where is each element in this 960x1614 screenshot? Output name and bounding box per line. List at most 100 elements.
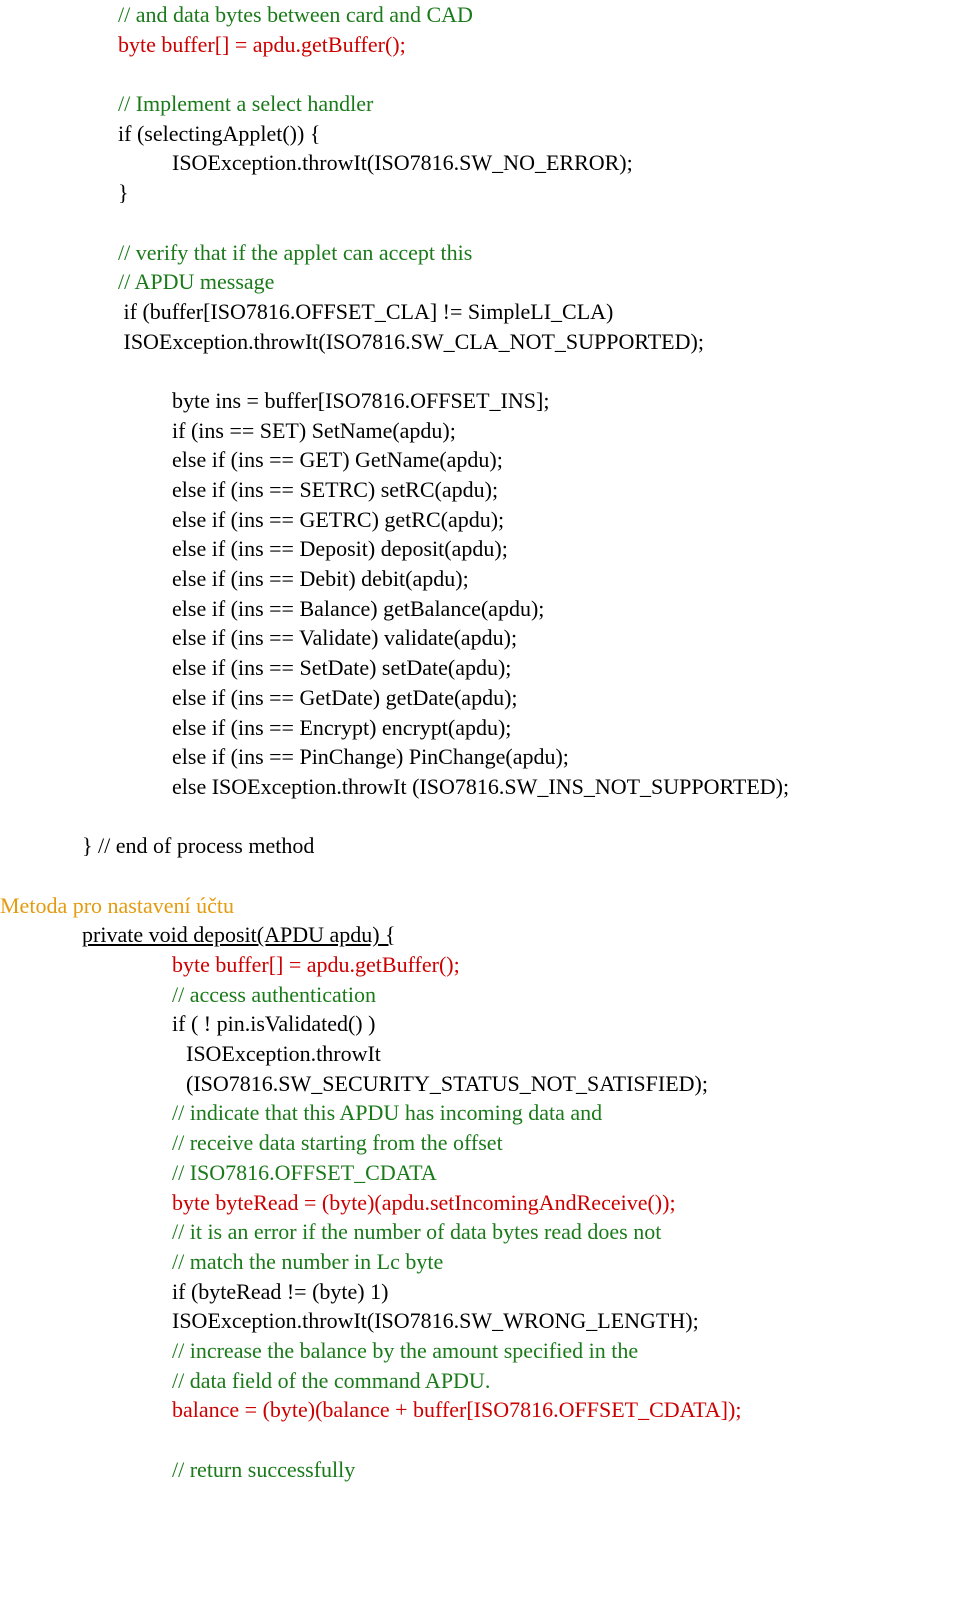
code-token: // and data bytes between card and CAD (118, 2, 473, 27)
code-token: else if (ins == Balance) getBalance(apdu… (172, 596, 544, 621)
code-line: if (ins == SET) SetName(apdu); (172, 416, 960, 446)
code-token: // return successfully (172, 1457, 355, 1482)
code-token: if (byteRead != (byte) 1) (172, 1279, 388, 1304)
code-line: byte byteRead = (byte)(apdu.setIncomingA… (172, 1188, 960, 1218)
code-token (118, 61, 124, 86)
code-line: else if (ins == Debit) debit(apdu); (172, 564, 960, 594)
code-token: ISOException.throwIt(ISO7816.SW_CLA_NOT_… (118, 329, 704, 354)
code-token: else if (ins == GETRC) getRC(apdu); (172, 507, 504, 532)
code-line: if ( ! pin.isValidated() ) (172, 1009, 960, 1039)
code-line: else if (ins == Encrypt) encrypt(apdu); (172, 713, 960, 743)
code-line: // return successfully (172, 1455, 960, 1485)
code-token: else if (ins == Deposit) deposit(apdu); (172, 536, 508, 561)
code-line: else if (ins == SetDate) setDate(apdu); (172, 653, 960, 683)
code-token: else if (ins == SetDate) setDate(apdu); (172, 655, 511, 680)
code-token: ISOException.throwIt (186, 1041, 381, 1066)
code-line (118, 59, 960, 89)
code-line: else ISOException.throwIt (ISO7816.SW_IN… (172, 772, 960, 802)
code-line: Metoda pro nastavení účtu (0, 891, 960, 921)
code-line: if (buffer[ISO7816.OFFSET_CLA] != Simple… (118, 297, 960, 327)
code-line: byte ins = buffer[ISO7816.OFFSET_INS]; (172, 386, 960, 416)
code-token: ISOException.throwIt(ISO7816.SW_WRONG_LE… (172, 1308, 699, 1333)
code-line: else if (ins == GET) GetName(apdu); (172, 445, 960, 475)
code-token: ISOException.throwIt(ISO7816.SW_NO_ERROR… (172, 150, 633, 175)
code-line: if (selectingApplet()) { (118, 119, 960, 149)
code-token: else if (ins == Debit) debit(apdu); (172, 566, 469, 591)
code-line: // verify that if the applet can accept … (118, 238, 960, 268)
code-line (118, 802, 960, 832)
code-token: byte buffer[] = apdu.getBuffer(); (172, 952, 460, 977)
code-line: else if (ins == GETRC) getRC(apdu); (172, 505, 960, 535)
code-token: if (ins == SET) SetName(apdu); (172, 418, 456, 443)
code-line: balance = (byte)(balance + buffer[ISO781… (172, 1395, 960, 1425)
code-line: // data field of the command APDU. (172, 1366, 960, 1396)
code-line: else if (ins == PinChange) PinChange(apd… (172, 742, 960, 772)
code-token: else if (ins == Encrypt) encrypt(apdu); (172, 715, 511, 740)
code-token: // increase the balance by the amount sp… (172, 1338, 638, 1363)
code-token (118, 358, 124, 383)
code-line (118, 356, 960, 386)
code-line: else if (ins == Balance) getBalance(apdu… (172, 594, 960, 624)
code-token: balance = (byte)(balance + buffer[ISO781… (172, 1397, 741, 1422)
code-token: } (118, 180, 129, 205)
code-token: if (buffer[ISO7816.OFFSET_CLA] != Simple… (118, 299, 613, 324)
code-line: } // end of process method (82, 831, 960, 861)
code-token: // Implement a select handler (118, 91, 373, 116)
code-token: // data field of the command APDU. (172, 1368, 490, 1393)
code-token (118, 210, 124, 235)
code-token: private void deposit(APDU apdu) { (82, 922, 396, 947)
code-token: // ISO7816.OFFSET_CDATA (172, 1160, 437, 1185)
code-token: // indicate that this APDU has incoming … (172, 1100, 602, 1125)
code-line: ISOException.throwIt(ISO7816.SW_CLA_NOT_… (118, 327, 960, 357)
code-line: else if (ins == Deposit) deposit(apdu); (172, 534, 960, 564)
code-line: ISOException.throwIt(ISO7816.SW_NO_ERROR… (172, 148, 960, 178)
code-line: // match the number in Lc byte (172, 1247, 960, 1277)
code-line (172, 1425, 960, 1455)
code-token (172, 1427, 178, 1452)
code-line: (ISO7816.SW_SECURITY_STATUS_NOT_SATISFIE… (186, 1069, 960, 1099)
code-token: else if (ins == SETRC) setRC(apdu); (172, 477, 498, 502)
code-token: else if (ins == GET) GetName(apdu); (172, 447, 503, 472)
code-token: } // end of process method (82, 833, 314, 858)
code-token: else if (ins == Validate) validate(apdu)… (172, 625, 517, 650)
code-token: if ( ! pin.isValidated() ) (172, 1011, 375, 1036)
code-line: if (byteRead != (byte) 1) (172, 1277, 960, 1307)
code-line: // receive data starting from the offset (172, 1128, 960, 1158)
code-line: // ISO7816.OFFSET_CDATA (172, 1158, 960, 1188)
code-line: byte buffer[] = apdu.getBuffer(); (118, 30, 960, 60)
code-line: ISOException.throwIt(ISO7816.SW_WRONG_LE… (172, 1306, 960, 1336)
code-line: private void deposit(APDU apdu) { (82, 920, 960, 950)
code-token: else ISOException.throwIt (ISO7816.SW_IN… (172, 774, 789, 799)
code-token: else if (ins == PinChange) PinChange(apd… (172, 744, 569, 769)
code-line: // it is an error if the number of data … (172, 1217, 960, 1247)
code-line (118, 208, 960, 238)
code-token: // access authentication (172, 982, 376, 1007)
code-token: if (selectingApplet()) { (118, 121, 320, 146)
code-token: // receive data starting from the offset (172, 1130, 503, 1155)
code-token: // match the number in Lc byte (172, 1249, 443, 1274)
code-line: // access authentication (172, 980, 960, 1010)
code-token: // APDU message (118, 269, 274, 294)
code-line: byte buffer[] = apdu.getBuffer(); (172, 950, 960, 980)
code-token: (ISO7816.SW_SECURITY_STATUS_NOT_SATISFIE… (186, 1071, 708, 1096)
code-line: else if (ins == Validate) validate(apdu)… (172, 623, 960, 653)
code-token: // verify that if the applet can accept … (118, 240, 472, 265)
code-line: // increase the balance by the amount sp… (172, 1336, 960, 1366)
code-token: Metoda pro nastavení účtu (0, 893, 234, 918)
code-token: byte buffer[] = apdu.getBuffer(); (118, 32, 406, 57)
code-token: else if (ins == GetDate) getDate(apdu); (172, 685, 518, 710)
code-token (118, 804, 124, 829)
code-line: } (118, 178, 960, 208)
code-line: // and data bytes between card and CAD (118, 0, 960, 30)
code-line: // Implement a select handler (118, 89, 960, 119)
code-token: byte ins = buffer[ISO7816.OFFSET_INS]; (172, 388, 549, 413)
code-line: else if (ins == GetDate) getDate(apdu); (172, 683, 960, 713)
code-line (0, 861, 960, 891)
code-token: // it is an error if the number of data … (172, 1219, 661, 1244)
code-token (0, 863, 6, 888)
code-line: else if (ins == SETRC) setRC(apdu); (172, 475, 960, 505)
code-line: ISOException.throwIt (186, 1039, 960, 1069)
document-page: // and data bytes between card and CAD by… (0, 0, 960, 1514)
code-line: // APDU message (118, 267, 960, 297)
code-line: // indicate that this APDU has incoming … (172, 1098, 960, 1128)
